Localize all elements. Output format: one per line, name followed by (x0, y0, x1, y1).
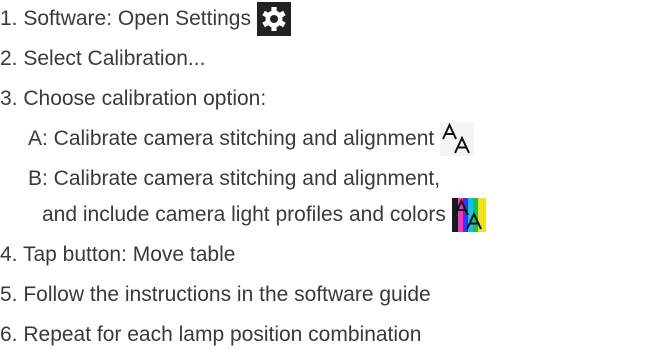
step-5: 5. Follow the instructions in the softwa… (0, 278, 431, 312)
step-6-text: 6. Repeat for each lamp position combina… (0, 323, 422, 346)
calibrate-color-icon (451, 198, 486, 232)
option-a-text: A: Calibrate camera stitching and alignm… (28, 127, 435, 150)
step-5-text: 5. Follow the instructions in the softwa… (0, 283, 431, 306)
gear-icon (256, 2, 291, 36)
option-b-line-2: and include camera light profiles and co… (42, 198, 486, 232)
step-6: 6. Repeat for each lamp position combina… (0, 318, 421, 352)
step-1-text: 1. Software: Open Settings (0, 7, 251, 30)
option-b-text-1: B: Calibrate camera stitching and alignm… (28, 167, 441, 190)
option-b-text-2: and include camera light profiles and co… (42, 203, 446, 226)
step-3-text: 3. Choose calibration option: (0, 87, 267, 110)
step-4: 4. Tap button: Move table (0, 238, 235, 272)
step-1: 1. Software: Open Settings (0, 2, 291, 36)
calibrate-alignment-icon (440, 122, 475, 156)
step-4-text: 4. Tap button: Move table (0, 243, 236, 266)
option-a: A: Calibrate camera stitching and alignm… (28, 122, 475, 156)
option-b-line-1: B: Calibrate camera stitching and alignm… (28, 162, 440, 196)
step-2-text: 2. Select Calibration... (0, 47, 206, 70)
step-3: 3. Choose calibration option: (0, 82, 266, 116)
step-2: 2. Select Calibration... (0, 42, 205, 76)
